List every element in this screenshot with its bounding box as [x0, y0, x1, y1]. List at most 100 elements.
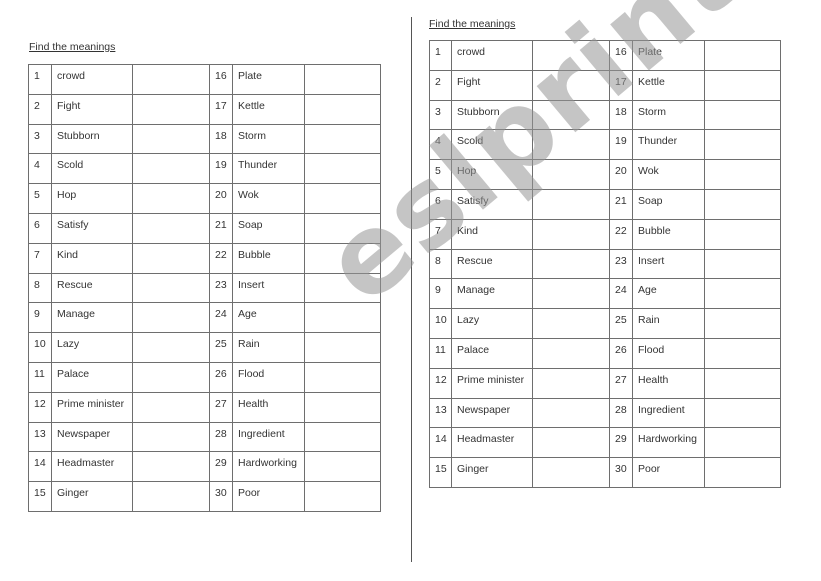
meaning-answer-cell[interactable]	[132, 123, 210, 155]
meaning-answer-cell[interactable]	[532, 337, 610, 369]
vocabulary-word: Thunder	[232, 153, 305, 185]
meaning-answer-cell[interactable]	[132, 361, 210, 393]
meaning-answer-cell[interactable]	[704, 457, 781, 488]
vocabulary-word-text: Rain	[238, 338, 260, 351]
meaning-answer-cell[interactable]	[704, 129, 781, 161]
item-number: 12	[28, 391, 52, 423]
vocabulary-word: Health	[232, 391, 305, 423]
meaning-answer-cell[interactable]	[304, 481, 381, 512]
meaning-answer-cell[interactable]	[704, 159, 781, 190]
table-row: 3 Stubborn 18 Storm	[28, 123, 381, 155]
item-number: 27	[609, 367, 633, 399]
table-row: 1 crowd 16 Plate	[429, 40, 781, 71]
item-number: 28	[609, 397, 633, 429]
meaning-answer-cell[interactable]	[532, 457, 610, 488]
meaning-answer-cell[interactable]	[532, 218, 610, 250]
item-number-text: 30	[615, 463, 627, 476]
meaning-answer-cell[interactable]	[132, 153, 210, 185]
meaning-answer-cell[interactable]	[132, 242, 210, 274]
item-number: 28	[209, 421, 233, 453]
meaning-answer-cell[interactable]	[304, 332, 381, 363]
item-number-text: 14	[34, 457, 46, 470]
vocabulary-word-text: Kettle	[638, 75, 665, 88]
meaning-answer-cell[interactable]	[532, 248, 610, 280]
meaning-answer-cell[interactable]	[132, 391, 210, 423]
meaning-answer-cell[interactable]	[304, 451, 381, 483]
meaning-answer-cell[interactable]	[132, 64, 210, 95]
meaning-answer-cell[interactable]	[304, 391, 381, 423]
meaning-answer-cell[interactable]	[704, 99, 781, 131]
meaning-answer-cell[interactable]	[132, 93, 210, 125]
meaning-answer-cell[interactable]	[132, 212, 210, 244]
meaning-answer-cell[interactable]	[132, 272, 210, 304]
meaning-answer-cell[interactable]	[704, 308, 781, 339]
item-number: 15	[429, 457, 452, 488]
meaning-answer-cell[interactable]	[704, 218, 781, 250]
item-number-text: 5	[34, 189, 40, 202]
meaning-answer-cell[interactable]	[132, 183, 210, 214]
vocabulary-word: Lazy	[451, 308, 533, 339]
meaning-answer-cell[interactable]	[532, 69, 610, 101]
meaning-answer-cell[interactable]	[532, 427, 610, 459]
table-row: 13 Newspaper 28 Ingredient	[28, 421, 381, 453]
meaning-answer-cell[interactable]	[704, 40, 781, 71]
meaning-answer-cell[interactable]	[704, 337, 781, 369]
vocabulary-word-text: crowd	[57, 70, 86, 82]
meaning-answer-cell[interactable]	[304, 123, 381, 155]
meaning-answer-cell[interactable]	[304, 361, 381, 393]
meaning-answer-cell[interactable]	[532, 129, 610, 161]
item-number: 18	[209, 123, 233, 155]
meaning-answer-cell[interactable]	[532, 367, 610, 399]
item-number: 29	[609, 427, 633, 459]
meaning-answer-cell[interactable]	[304, 64, 381, 95]
meaning-answer-cell[interactable]	[532, 308, 610, 339]
table-row: 15 Ginger 30 Poor	[28, 481, 381, 512]
meaning-answer-cell[interactable]	[704, 188, 781, 220]
meaning-answer-cell[interactable]	[132, 302, 210, 334]
item-number: 10	[28, 332, 52, 363]
meaning-answer-cell[interactable]	[304, 421, 381, 453]
vocabulary-word: Kettle	[232, 93, 305, 125]
vocabulary-word: Prime minister	[451, 367, 533, 399]
meaning-answer-cell[interactable]	[704, 248, 781, 280]
vocabulary-word: Palace	[51, 361, 133, 393]
meaning-answer-cell[interactable]	[704, 278, 781, 310]
meaning-answer-cell[interactable]	[704, 397, 781, 429]
vocabulary-word: Storm	[632, 99, 705, 131]
meaning-answer-cell[interactable]	[704, 69, 781, 101]
meaning-answer-cell[interactable]	[304, 212, 381, 244]
meaning-answer-cell[interactable]	[304, 272, 381, 304]
meaning-answer-cell[interactable]	[304, 93, 381, 125]
item-number: 15	[28, 481, 52, 512]
item-number: 27	[209, 391, 233, 423]
meaning-answer-cell[interactable]	[304, 153, 381, 185]
meaning-answer-cell[interactable]	[132, 451, 210, 483]
meaning-answer-cell[interactable]	[704, 367, 781, 399]
item-number-text: 1	[34, 70, 40, 82]
meaning-answer-cell[interactable]	[532, 40, 610, 71]
vocabulary-word-text: Kettle	[238, 99, 265, 112]
meaning-answer-cell[interactable]	[532, 397, 610, 429]
meaning-answer-cell[interactable]	[132, 421, 210, 453]
vocabulary-word-text: Soap	[638, 194, 663, 207]
item-number-text: 5	[435, 165, 441, 178]
table-row: 14 Headmaster 29 Hardworking	[429, 427, 781, 459]
meaning-answer-cell[interactable]	[532, 188, 610, 220]
vocabulary-word: Soap	[232, 212, 305, 244]
meaning-answer-cell[interactable]	[132, 481, 210, 512]
meaning-answer-cell[interactable]	[704, 427, 781, 459]
meaning-answer-cell[interactable]	[532, 278, 610, 310]
item-number-text: 10	[34, 338, 46, 351]
item-number: 7	[429, 218, 452, 250]
meaning-answer-cell[interactable]	[304, 183, 381, 214]
item-number-text: 18	[215, 129, 227, 142]
meaning-answer-cell[interactable]	[532, 159, 610, 190]
meaning-answer-cell[interactable]	[132, 332, 210, 363]
vocabulary-word: Kettle	[632, 69, 705, 101]
item-number-text: 4	[435, 135, 441, 148]
meaning-answer-cell[interactable]	[532, 99, 610, 131]
vocabulary-word: Hardworking	[632, 427, 705, 459]
meaning-answer-cell[interactable]	[304, 302, 381, 334]
vocabulary-word-text: Plate	[238, 70, 262, 82]
meaning-answer-cell[interactable]	[304, 242, 381, 274]
